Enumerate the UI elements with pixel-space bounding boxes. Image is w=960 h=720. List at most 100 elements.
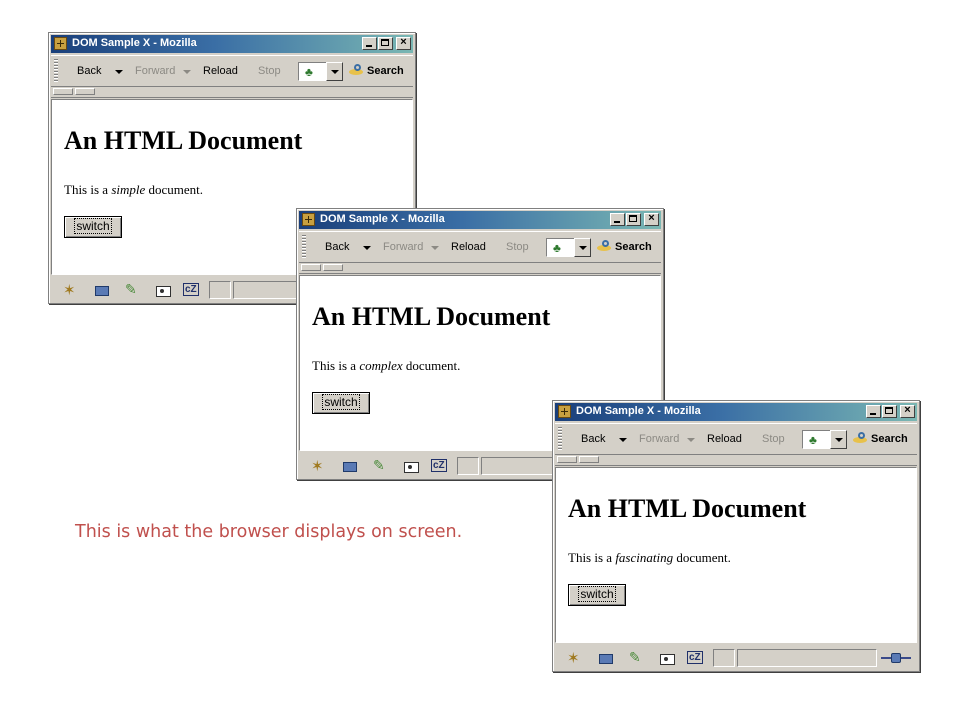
caption-text: This is what the browser displays on scr… [75,522,463,542]
switch-button[interactable]: switch [568,584,626,606]
back-button[interactable]: Back [77,65,101,77]
collapse-grip[interactable] [557,456,577,463]
status-cell [209,281,231,299]
forward-button[interactable]: Forward [135,65,175,77]
dropdown-button[interactable] [574,238,591,257]
chatzilla-icon[interactable] [431,459,449,473]
search-label: Search [871,433,908,445]
navigator-icon[interactable] [565,649,583,667]
collapse-grip[interactable] [75,88,95,95]
chevron-down-icon[interactable] [115,70,123,74]
search-icon [349,63,365,77]
switch-button[interactable]: switch [64,216,122,238]
minimize-icon [870,413,876,415]
collapse-grip[interactable] [579,456,599,463]
dropdown-button[interactable] [326,62,343,81]
document-paragraph: This is a fascinating document. [568,550,731,565]
maximize-icon [885,407,893,414]
reload-button[interactable]: Reload [451,241,486,253]
navigator-icon[interactable] [61,281,79,299]
status-cell [457,457,479,475]
collapse-grip[interactable] [323,264,343,271]
navigation-toolbar: Back Forward Reload Stop ♣ Search [299,231,661,263]
address-book-icon[interactable] [155,283,173,297]
search-label: Search [367,65,404,77]
window-title: DOM Sample X - Mozilla [576,405,701,417]
maximize-button[interactable] [626,213,641,226]
search-icon [597,239,613,253]
window-title: DOM Sample X - Mozilla [320,213,445,225]
mail-icon[interactable] [341,459,359,473]
collapse-grip[interactable] [301,264,321,271]
forward-button[interactable]: Forward [383,241,423,253]
composer-icon[interactable] [627,649,645,666]
back-button[interactable]: Back [581,433,605,445]
minimize-icon [366,45,372,47]
minimize-button[interactable] [866,405,881,418]
close-button[interactable]: × [644,212,659,226]
adjective-text: simple [111,182,146,197]
reload-button[interactable]: Reload [707,433,742,445]
adjective-text: fascinating [615,550,674,565]
search-button[interactable]: Search [349,63,404,77]
stop-button[interactable]: Stop [506,241,529,253]
composer-icon[interactable] [123,281,141,298]
toolbar-grip[interactable] [54,59,58,83]
bookmark-icon: ♣ [553,241,561,255]
maximize-button[interactable] [378,37,393,50]
collapse-grip[interactable] [53,88,73,95]
bookmark-icon: ♣ [809,433,817,447]
document-heading: An HTML Document [312,302,551,331]
online-status-icon[interactable] [881,651,911,665]
chevron-down-icon[interactable] [363,246,371,250]
bookmark-icon: ♣ [305,65,313,79]
minimize-icon [614,221,620,223]
mail-icon[interactable] [93,283,111,297]
chatzilla-icon[interactable] [183,283,201,297]
document-paragraph: This is a simple document. [64,182,204,197]
maximize-icon [629,215,637,222]
mozilla-app-icon [54,37,67,50]
status-cell [713,649,735,667]
toolbar-grip[interactable] [558,427,562,451]
dropdown-button[interactable] [830,430,847,449]
toolbar-collapse-strip [299,263,661,274]
chevron-down-icon[interactable] [619,438,627,442]
status-bar [555,647,917,669]
address-book-icon[interactable] [659,651,677,665]
toolbar-grip[interactable] [302,235,306,259]
title-bar[interactable]: DOM Sample X - Mozilla × [555,403,917,421]
minimize-button[interactable] [610,213,625,226]
composer-icon[interactable] [371,457,389,474]
close-button[interactable]: × [900,404,915,418]
address-book-icon[interactable] [403,459,421,473]
forward-button[interactable]: Forward [639,433,679,445]
back-button[interactable]: Back [325,241,349,253]
chevron-down-icon[interactable] [687,438,695,442]
adjective-text: complex [359,358,403,373]
switch-button[interactable]: switch [312,392,370,414]
minimize-button[interactable] [362,37,377,50]
mail-icon[interactable] [597,651,615,665]
navigation-toolbar: Back Forward Reload Stop ♣ Search [555,423,917,455]
document-heading: An HTML Document [64,126,303,155]
title-bar[interactable]: DOM Sample X - Mozilla × [299,211,661,229]
close-icon: × [904,404,911,416]
chatzilla-icon[interactable] [687,651,705,665]
mozilla-app-icon [558,405,571,418]
page-content: An HTML Document This is a fascinating d… [555,467,917,643]
maximize-button[interactable] [882,405,897,418]
navigator-icon[interactable] [309,457,327,475]
toolbar-collapse-strip [555,455,917,466]
title-bar[interactable]: DOM Sample X - Mozilla × [51,35,413,53]
search-button[interactable]: Search [853,431,908,445]
status-text-cell [737,649,877,667]
close-button[interactable]: × [396,36,411,50]
reload-button[interactable]: Reload [203,65,238,77]
chevron-down-icon[interactable] [183,70,191,74]
stop-button[interactable]: Stop [762,433,785,445]
search-icon [853,431,869,445]
stop-button[interactable]: Stop [258,65,281,77]
chevron-down-icon[interactable] [431,246,439,250]
search-button[interactable]: Search [597,239,652,253]
